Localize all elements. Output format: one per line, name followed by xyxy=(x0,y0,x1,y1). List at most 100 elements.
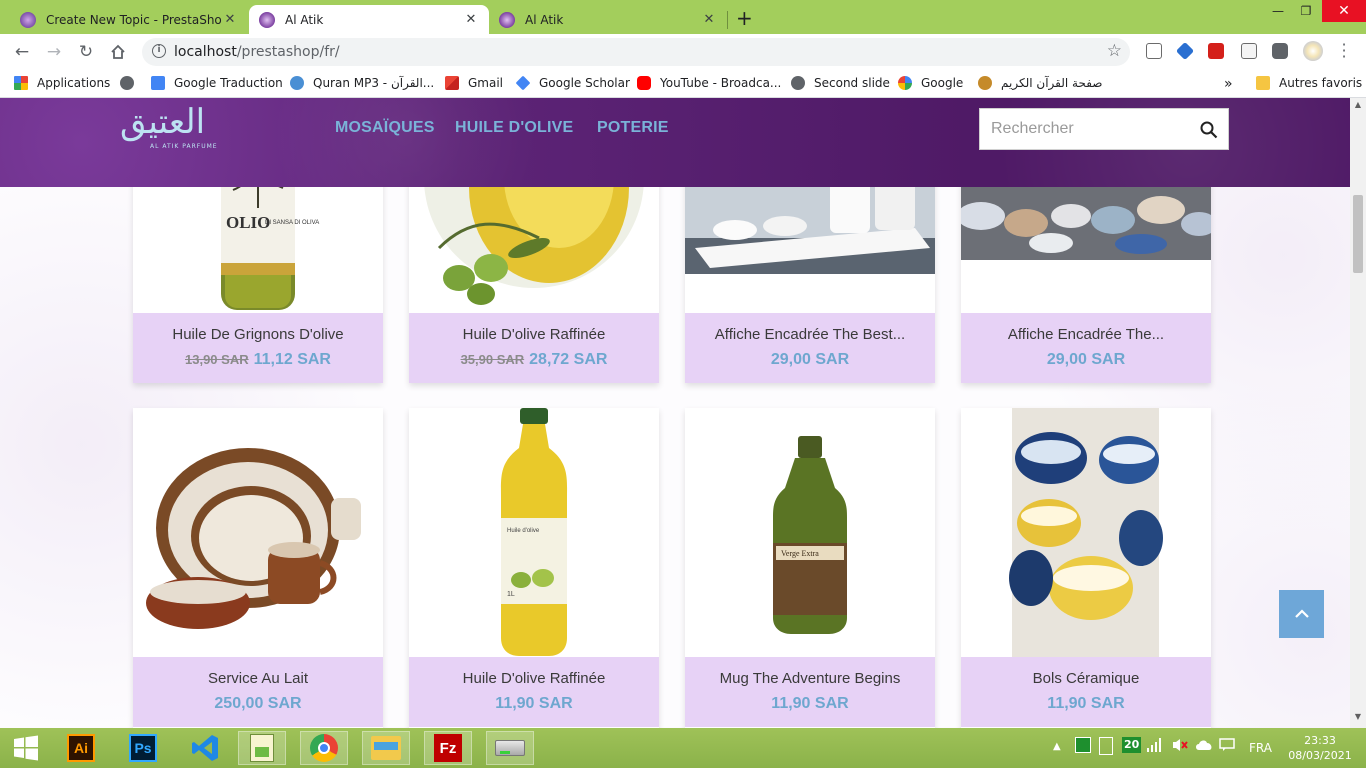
forward-icon[interactable]: → xyxy=(42,40,66,64)
onedrive-cloud-icon[interactable] xyxy=(1195,739,1213,753)
product-info: Huile De Grignons D'olive 13,90 SAR 11,12… xyxy=(133,313,383,383)
apps-grid-icon xyxy=(14,76,28,90)
extensions-puzzle-icon[interactable] xyxy=(1272,43,1288,59)
tray-app-icon[interactable] xyxy=(1075,737,1091,753)
language-indicator[interactable]: FRA xyxy=(1249,741,1272,755)
tray-expand-icon[interactable]: ▲ xyxy=(1053,741,1061,752)
product-price: 11,90 SAR xyxy=(1047,695,1125,712)
logo-arabic-text: العتيق xyxy=(120,102,206,142)
menu-poterie[interactable]: POTERIE xyxy=(597,119,669,137)
svg-text:OLIO: OLIO xyxy=(226,213,270,232)
bookmarks-bar: Applications Google Traduction Quran MP3… xyxy=(0,70,1366,98)
scholar-icon xyxy=(515,75,531,91)
product-card[interactable]: Huile d'olive 1L Huile D'olive Raffinée … xyxy=(409,408,659,728)
home-icon[interactable] xyxy=(106,40,130,64)
product-name[interactable]: Huile D'olive Raffinée xyxy=(409,670,659,687)
tab-create-new-topic[interactable]: Create New Topic - PrestaShop F ✕ xyxy=(10,5,248,34)
notepad-plus-icon[interactable] xyxy=(238,731,286,765)
bookmark-google[interactable]: Google xyxy=(898,76,963,90)
bookmark-quran-mp3[interactable]: Quran MP3 - القرآن... xyxy=(290,76,434,90)
new-tab-icon[interactable]: + xyxy=(736,6,753,30)
menu-mosaiques[interactable]: MOSAÏQUES xyxy=(335,119,435,137)
svg-text:DI SANSA DI OLIVA: DI SANSA DI OLIVA xyxy=(265,220,319,226)
product-name[interactable]: Huile De Grignons D'olive xyxy=(133,326,383,343)
product-info: Mug The Adventure Begins 11,90 SAR xyxy=(685,657,935,727)
tab-al-atik-active[interactable]: Al Atik ✕ xyxy=(249,5,489,34)
product-card[interactable]: Service Au Lait 250,00 SAR xyxy=(133,408,383,728)
menu-huile-d-olive[interactable]: HUILE D'OLIVE xyxy=(455,119,573,137)
product-image[interactable] xyxy=(133,408,383,657)
chrome-icon[interactable] xyxy=(300,731,348,765)
system-clock[interactable]: 23:33 08/03/2021 xyxy=(1280,733,1360,763)
al-atik-favicon-icon xyxy=(259,11,275,28)
bookmark-youtube[interactable]: YouTube - Broadca... xyxy=(637,76,781,90)
scroll-down-arrow-icon[interactable]: ▼ xyxy=(1350,712,1366,726)
site-logo[interactable]: العتيق AL ATIK PARFUME xyxy=(120,102,235,151)
google-icon xyxy=(898,76,912,90)
product-name[interactable]: Service Au Lait xyxy=(133,670,383,687)
browser-menu-icon[interactable]: · · · xyxy=(1340,37,1348,65)
notification-chat-icon[interactable] xyxy=(1219,738,1235,755)
close-tab-icon[interactable]: ✕ xyxy=(701,12,717,27)
product-image[interactable]: Verge Extra xyxy=(685,408,935,657)
youtube-icon xyxy=(637,76,651,90)
bookmark-star-icon[interactable]: ☆ xyxy=(1107,41,1122,61)
bookmark-google-traduction[interactable]: Google Traduction xyxy=(151,76,283,90)
product-name[interactable]: Bols Céramique xyxy=(961,670,1211,687)
product-name[interactable]: Mug The Adventure Begins xyxy=(685,670,935,687)
search-icon[interactable] xyxy=(1200,121,1218,139)
bookmark-autres-favoris[interactable]: Autres favoris xyxy=(1256,76,1362,90)
file-explorer-icon[interactable] xyxy=(362,731,410,765)
illustrator-icon[interactable]: Ai xyxy=(57,731,105,765)
product-image[interactable] xyxy=(961,408,1211,657)
scroll-to-top-button[interactable] xyxy=(1279,590,1324,638)
profile-avatar[interactable] xyxy=(1303,41,1323,61)
product-info: Service Au Lait 250,00 SAR xyxy=(133,657,383,727)
product-price: 11,90 SAR xyxy=(495,695,573,712)
page-scrollbar[interactable]: ▲ ▼ xyxy=(1350,98,1366,728)
pdf-extension-icon[interactable] xyxy=(1208,43,1224,59)
product-name[interactable]: Affiche Encadrée The Best... xyxy=(685,326,935,343)
scholar-extension-icon[interactable] xyxy=(1175,41,1195,61)
tray-badge[interactable]: 20 xyxy=(1122,737,1142,753)
back-icon[interactable]: ← xyxy=(10,40,34,64)
network-signal-icon[interactable] xyxy=(1147,738,1163,755)
volume-muted-icon[interactable] xyxy=(1172,738,1188,755)
bookmark-applications[interactable]: Applications xyxy=(14,76,110,90)
bookmark-google-scholar[interactable]: Google Scholar xyxy=(515,75,630,91)
photoshop-icon[interactable]: Ps xyxy=(119,731,167,765)
site-info-icon[interactable]: i xyxy=(152,44,166,58)
product-card[interactable]: Bols Céramique 11,90 SAR xyxy=(961,408,1211,728)
close-tab-icon[interactable]: ✕ xyxy=(222,12,238,27)
bookmark-quran-page[interactable]: صفحة القرآن الكريم xyxy=(978,76,1102,90)
vscode-icon[interactable] xyxy=(181,731,229,765)
globe-icon xyxy=(791,76,805,90)
tray-usb-icon[interactable] xyxy=(1099,737,1113,755)
search-input[interactable] xyxy=(980,109,1190,149)
product-name[interactable]: Affiche Encadrée The... xyxy=(961,326,1211,343)
restore-icon[interactable]: ❐ xyxy=(1290,0,1322,22)
screenshot-extension-icon[interactable] xyxy=(1241,43,1257,59)
product-name[interactable]: Huile D'olive Raffinée xyxy=(409,326,659,343)
close-tab-icon[interactable]: ✕ xyxy=(463,12,479,27)
address-bar[interactable]: i localhost/prestashop/fr/ ☆ xyxy=(142,38,1130,66)
bookmarks-overflow-icon[interactable]: » xyxy=(1224,76,1233,92)
drive-icon[interactable] xyxy=(486,731,534,765)
reload-icon[interactable]: ↻ xyxy=(74,40,98,64)
quran-icon xyxy=(290,76,304,90)
bookmark-globe[interactable] xyxy=(120,76,134,90)
bookmark-second-slide[interactable]: Second slide xyxy=(791,76,890,90)
product-image[interactable]: Huile d'olive 1L xyxy=(409,408,659,657)
product-card[interactable]: Verge Extra Mug The Adventure Begins 11,… xyxy=(685,408,935,728)
tab-al-atik[interactable]: Al Atik ✕ xyxy=(489,5,727,34)
product-price: 250,00 SAR xyxy=(214,695,302,712)
browser-toolbar: ← → ↻ i localhost/prestashop/fr/ ☆ · · · xyxy=(0,34,1366,70)
close-window-icon[interactable]: ✕ xyxy=(1322,0,1366,22)
filezilla-icon[interactable]: Fz xyxy=(424,731,472,765)
tab-title: Al Atik xyxy=(525,12,564,27)
scrollbar-thumb[interactable] xyxy=(1353,195,1363,273)
reader-extension-icon[interactable] xyxy=(1146,43,1162,59)
bookmark-gmail[interactable]: Gmail xyxy=(445,76,503,90)
scroll-up-arrow-icon[interactable]: ▲ xyxy=(1350,100,1366,114)
windows-start-icon[interactable] xyxy=(2,731,50,765)
